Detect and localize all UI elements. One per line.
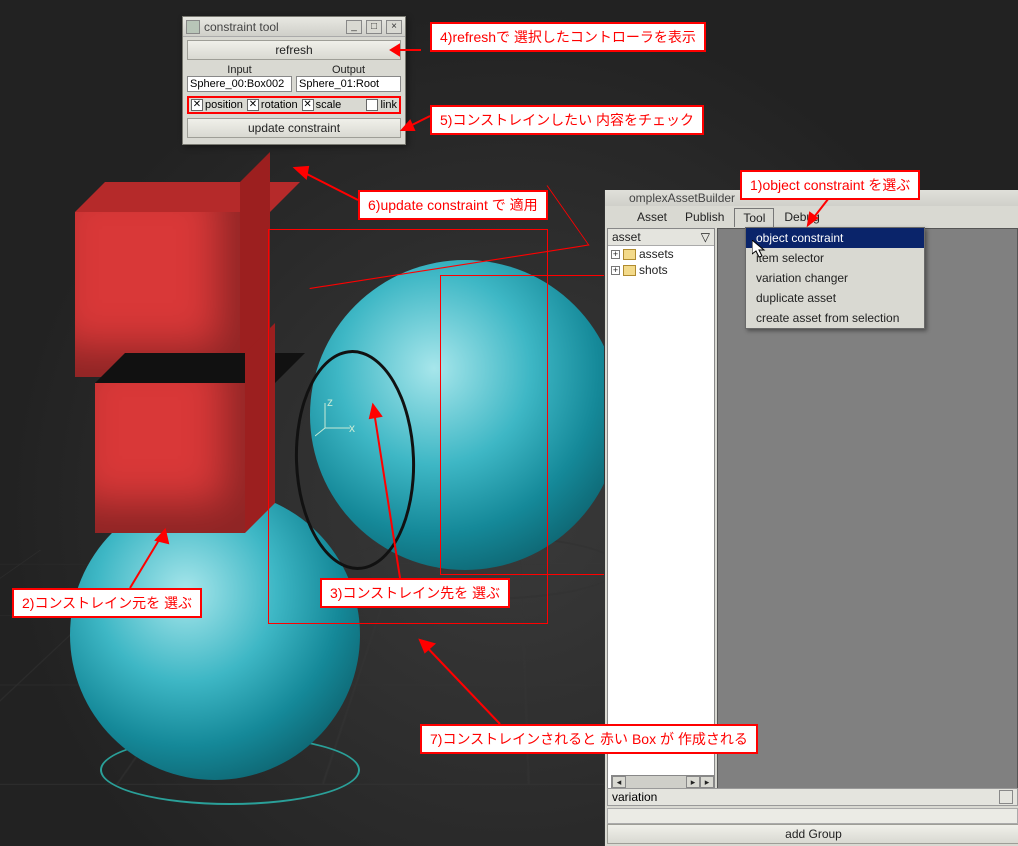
callout-5: 5)コンストレインしたい 内容をチェック — [430, 105, 704, 135]
callout-1: 1)object constraint を選ぶ — [740, 170, 920, 200]
callout-6: 6)update constraint で 適用 — [358, 190, 548, 220]
cursor-icon — [752, 240, 768, 260]
callout-2: 2)コンストレイン元を 選ぶ — [12, 588, 202, 618]
callout-3: 3)コンストレイン先を 選ぶ — [320, 578, 510, 608]
callout-7: 7)コンストレインされると 赤い Box が 作成される — [420, 724, 758, 754]
callout-4: 4)refreshで 選択したコントローラを表示 — [430, 22, 706, 52]
